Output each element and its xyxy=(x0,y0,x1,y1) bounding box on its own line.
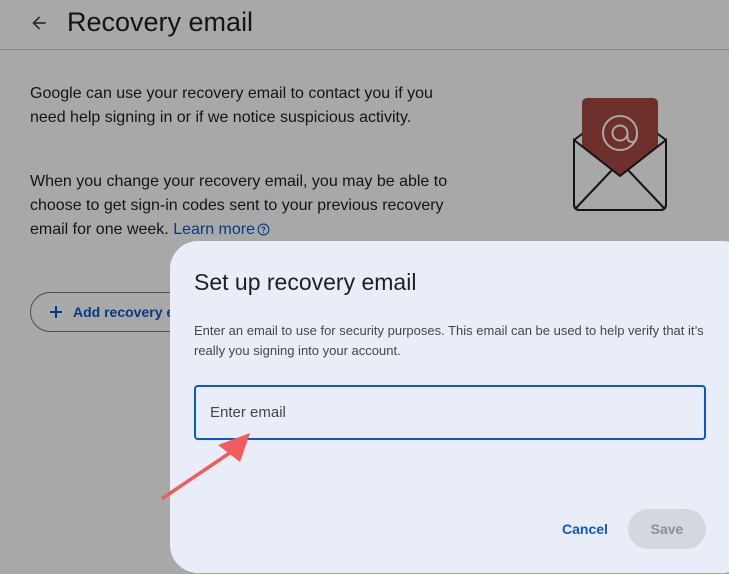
cancel-button[interactable]: Cancel xyxy=(550,509,620,549)
save-button[interactable]: Save xyxy=(628,509,706,549)
email-input[interactable] xyxy=(194,385,706,440)
dialog-title: Set up recovery email xyxy=(194,269,417,295)
setup-recovery-email-dialog: Set up recovery email Enter an email to … xyxy=(170,241,729,573)
dialog-description: Enter an email to use for security purpo… xyxy=(194,323,704,358)
